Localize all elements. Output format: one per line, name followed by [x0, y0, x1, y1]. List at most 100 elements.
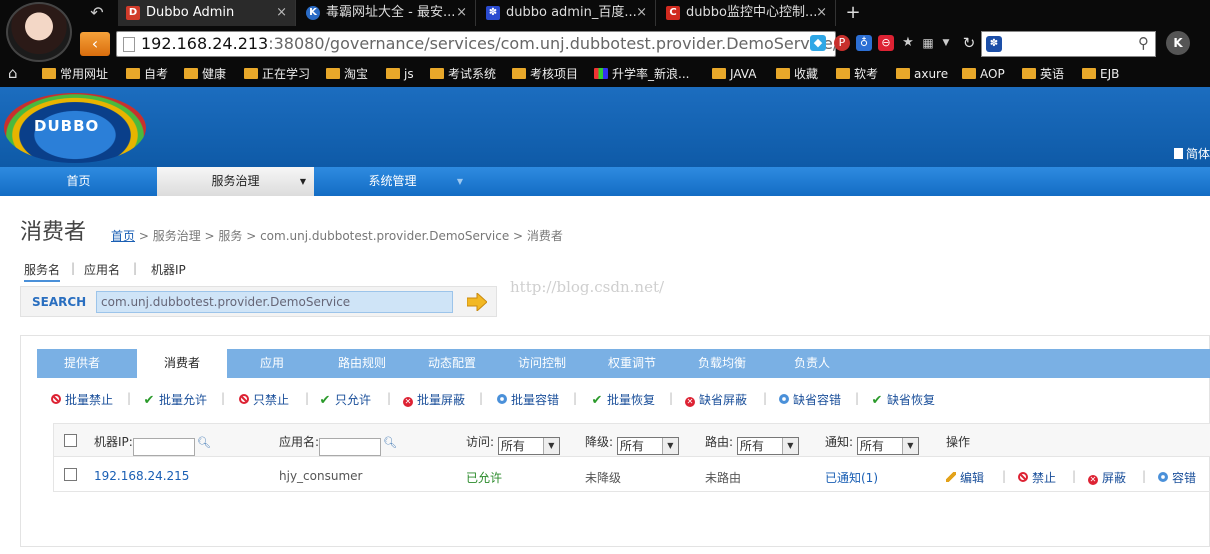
bookmark-0[interactable]: 常用网址 — [42, 62, 108, 87]
notify-filter-select[interactable]: 所有 ▼ — [856, 437, 919, 455]
tab-access-control[interactable]: 访问控制 — [497, 349, 587, 378]
ip-filter-input[interactable] — [132, 438, 195, 456]
block-icon[interactable]: ⊖ — [878, 35, 894, 51]
nav-system-admin[interactable]: 系统管理 ▼ — [314, 167, 471, 196]
batch-shield-button[interactable]: ✕ 批量屏蔽 — [403, 391, 465, 408]
folder-icon — [42, 68, 56, 79]
tab-providers[interactable]: 提供者 — [37, 349, 127, 378]
browser-tab-1[interactable]: K 毒霸网址大全 - 最安... × — [298, 0, 476, 26]
batch-recover-button[interactable]: ✔ 批量恢复 — [591, 391, 655, 408]
search-tab-machine-ip[interactable]: 机器IP — [151, 261, 186, 278]
bookmark-8[interactable]: 升学率_新浪... — [594, 62, 689, 87]
tab-close-icon[interactable]: × — [816, 0, 827, 26]
shield-button[interactable]: ✕ 屏蔽 — [1088, 469, 1126, 486]
nav-home[interactable]: 首页 — [0, 167, 157, 196]
browser-tab-0[interactable]: D Dubbo Admin × — [118, 0, 296, 26]
folder-icon — [962, 68, 976, 79]
select-all-checkbox[interactable] — [64, 434, 77, 447]
app-header: DUBBO 简体 — [0, 87, 1210, 167]
search-icon[interactable]: 🔍︎ — [383, 436, 397, 449]
tab-close-icon[interactable]: × — [636, 0, 647, 26]
degrade-filter-select[interactable]: 所有 ▼ — [616, 437, 679, 455]
qr-icon[interactable]: ▦ — [920, 35, 936, 51]
profile-avatar[interactable] — [6, 2, 72, 62]
browser-search-input[interactable]: ✽ ⚲ — [981, 31, 1156, 57]
bookmark-13[interactable]: AOP — [962, 62, 1005, 87]
row-notify-link[interactable]: 已通知(1) — [825, 469, 878, 486]
tab-routes[interactable]: 路由规则 — [317, 349, 407, 378]
disable-only-button[interactable]: 只禁止 — [239, 391, 289, 408]
bookmark-15[interactable]: EJB — [1082, 62, 1119, 87]
batch-disable-button[interactable]: 批量禁止 — [51, 391, 113, 408]
bookmark-2[interactable]: 健康 — [184, 62, 226, 87]
favicon-icon — [594, 68, 608, 79]
bookmark-7[interactable]: 考核项目 — [512, 62, 578, 87]
tolerance-button[interactable]: 容错 — [1158, 469, 1196, 486]
x-circle-icon: ✕ — [1088, 475, 1098, 485]
bookmark-3[interactable]: 正在学习 — [244, 62, 310, 87]
reload-icon[interactable]: ↻ — [959, 33, 979, 53]
col-notify: 通知: 所有 ▼ — [825, 433, 919, 455]
access-filter-select[interactable]: 所有 ▼ — [497, 437, 560, 455]
default-tolerance-button[interactable]: 缺省容错 — [779, 391, 841, 408]
pinterest-icon[interactable]: P — [834, 35, 850, 51]
undo-close-tab-icon[interactable]: ↶ — [80, 0, 114, 26]
service-search-input[interactable] — [96, 291, 453, 313]
breadcrumb-home-link[interactable]: 首页 — [111, 229, 135, 243]
search-tab-service-name[interactable]: 服务名 — [24, 261, 61, 282]
browser-tab-3[interactable]: C dubbo监控中心控制... × — [658, 0, 836, 26]
enable-only-button[interactable]: ✔ 只允许 — [319, 391, 371, 408]
bookmark-6[interactable]: 考试系统 — [430, 62, 496, 87]
page-title: 消费者 — [20, 220, 87, 245]
address-bar[interactable]: 192.168.24.213:38080/governance/services… — [116, 31, 836, 57]
search-icon[interactable]: ⚲ — [1138, 34, 1149, 52]
x-circle-icon: ✕ — [403, 397, 413, 407]
batch-tolerance-button[interactable]: 批量容错 — [497, 391, 559, 408]
tab-owners[interactable]: 负责人 — [767, 349, 857, 378]
browser-tab-2[interactable]: ✽ dubbo admin_百度... × — [478, 0, 656, 26]
disable-button[interactable]: 禁止 — [1018, 469, 1056, 486]
app-filter-input[interactable] — [319, 438, 382, 456]
new-tab-button[interactable]: + — [842, 0, 864, 26]
tab-dynamic-config[interactable]: 动态配置 — [407, 349, 497, 378]
tab-close-icon[interactable]: × — [276, 0, 287, 26]
row-checkbox[interactable] — [64, 468, 77, 481]
bookmark-4[interactable]: 淘宝 — [326, 62, 368, 87]
bookmark-9[interactable]: JAVA — [712, 62, 756, 87]
home-icon[interactable]: ⌂ — [8, 64, 18, 82]
tab-weights[interactable]: 权重调节 — [587, 349, 677, 378]
star-icon[interactable]: ★ — [900, 35, 916, 51]
back-arrow-icon[interactable]: ‹ — [80, 32, 110, 56]
baidu-search-icon[interactable]: ✽ — [986, 36, 1002, 52]
language-link[interactable]: 简体 — [1173, 145, 1210, 162]
tab-close-icon[interactable]: × — [456, 0, 467, 26]
tab-applications[interactable]: 应用 — [227, 349, 317, 378]
shield-icon[interactable]: ♁ — [856, 35, 872, 51]
edit-button[interactable]: 编辑 — [946, 469, 984, 486]
dropdown-icon[interactable]: ▼ — [938, 35, 954, 51]
bookmark-12[interactable]: axure — [896, 62, 948, 87]
tab-load-balance[interactable]: 负载均衡 — [677, 349, 767, 378]
k-menu-icon[interactable]: K — [1166, 31, 1190, 55]
tab-consumers[interactable]: 消费者 — [137, 349, 227, 378]
bookmark-14[interactable]: 英语 — [1022, 62, 1064, 87]
cloud-icon[interactable]: ◆ — [810, 35, 826, 51]
chevron-down-icon: ▼ — [456, 177, 463, 186]
default-recover-button[interactable]: ✔ 缺省恢复 — [871, 391, 935, 408]
batch-enable-button[interactable]: ✔ 批量允许 — [143, 391, 207, 408]
arrow-right-icon[interactable] — [467, 293, 487, 311]
row-access-status: 已允许 — [466, 471, 503, 485]
bookmark-10[interactable]: 收藏 — [776, 62, 818, 87]
bookmark-1[interactable]: 自考 — [126, 62, 168, 87]
bookmark-5[interactable]: js — [386, 62, 414, 87]
ban-icon — [51, 394, 61, 404]
breadcrumb: 首页 > 服务治理 > 服务 > com.unj.dubbotest.provi… — [111, 229, 563, 243]
route-filter-select[interactable]: 所有 ▼ — [736, 437, 799, 455]
nav-service-governance[interactable]: 服务治理 ▼ — [157, 167, 314, 196]
search-label: SEARCH — [32, 295, 87, 309]
row-ip-link[interactable]: 192.168.24.215 — [94, 469, 189, 483]
search-icon[interactable]: 🔍︎ — [197, 436, 211, 449]
default-shield-button[interactable]: ✕ 缺省屏蔽 — [685, 391, 747, 408]
bookmark-11[interactable]: 软考 — [836, 62, 878, 87]
search-tab-app-name[interactable]: 应用名 — [84, 261, 120, 278]
